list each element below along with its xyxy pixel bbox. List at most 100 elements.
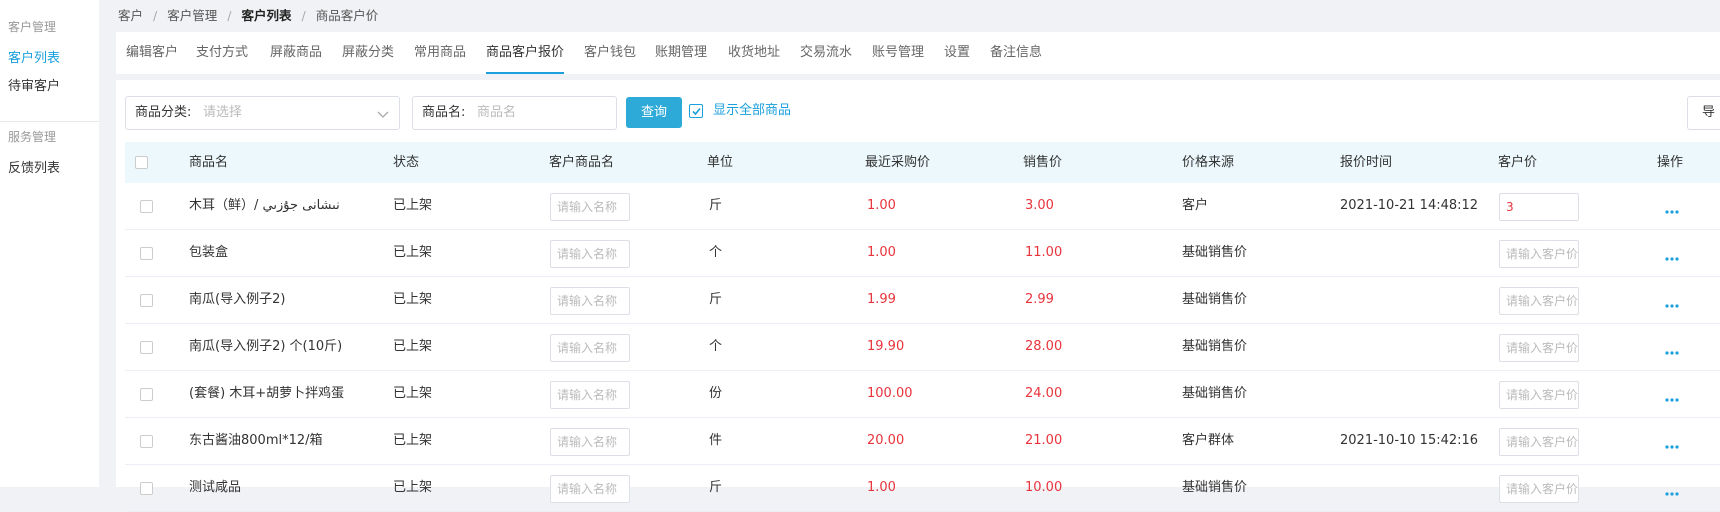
table-row: 东古酱油800ml*12/箱 已上架 请输入名称 件 20.00 21.00 客户群体 202… bbox=[125, 418, 1720, 465]
more-actions-icon[interactable] bbox=[1665, 203, 1679, 218]
breadcrumb-item[interactable]: 客户管理 bbox=[167, 6, 217, 26]
cell-product-name: 包装盒 bbox=[189, 245, 229, 260]
customer-price-input[interactable]: 请输入客户价 bbox=[1499, 240, 1579, 268]
customer-product-name-input[interactable]: 请输入名称 bbox=[550, 193, 630, 221]
cell-unit: 个 bbox=[709, 245, 723, 260]
export-button[interactable]: 导 bbox=[1687, 96, 1720, 130]
row-checkbox[interactable] bbox=[140, 388, 153, 401]
cell-product-name: 东古酱油800ml*12/箱 bbox=[189, 433, 323, 448]
more-actions-icon[interactable] bbox=[1665, 485, 1679, 500]
tab-remarks[interactable]: 备注信息 bbox=[990, 32, 1042, 74]
sidebar-item-customer-list[interactable]: 客户列表 bbox=[8, 47, 60, 66]
header-quote-time: 报价时间 bbox=[1340, 155, 1393, 170]
customer-product-name-input[interactable]: 请输入名称 bbox=[550, 475, 630, 503]
cell-quote-time: 2021-10-21 14:48:12 bbox=[1340, 198, 1479, 213]
sidebar-section-service: 服务管理 bbox=[8, 130, 57, 144]
header-last-purchase-price: 最近采购价 bbox=[865, 155, 931, 170]
tab-settings[interactable]: 设置 bbox=[944, 32, 970, 74]
row-checkbox[interactable] bbox=[140, 247, 153, 260]
customer-product-name-input[interactable]: 请输入名称 bbox=[550, 287, 630, 315]
cell-status: 已上架 bbox=[393, 480, 433, 495]
more-actions-icon[interactable] bbox=[1665, 297, 1679, 312]
row-checkbox[interactable] bbox=[140, 482, 153, 495]
row-checkbox[interactable] bbox=[140, 294, 153, 307]
cell-unit: 份 bbox=[709, 386, 723, 401]
customer-price-input[interactable]: 请输入客户价 bbox=[1499, 381, 1579, 409]
customer-price-input[interactable]: 请输入客户价 bbox=[1499, 334, 1579, 362]
cell-status: 已上架 bbox=[393, 339, 433, 354]
cell-status: 已上架 bbox=[393, 433, 433, 448]
header-actions: 操作 bbox=[1657, 155, 1684, 170]
tab-payment-method[interactable]: 支付方式 bbox=[196, 32, 248, 74]
cell-product-name: 南瓜(导入例子2) bbox=[189, 292, 286, 307]
tab-billing-period[interactable]: 账期管理 bbox=[655, 32, 707, 74]
breadcrumb-item[interactable]: 客户 bbox=[118, 6, 143, 26]
tabs-bar: 编辑客户 支付方式 屏蔽商品 屏蔽分类 常用商品 商品客户报价 客户钱包 账期管… bbox=[116, 32, 1720, 74]
cell-unit: 个 bbox=[709, 339, 723, 354]
breadcrumb-item[interactable]: 客户列表 bbox=[241, 6, 291, 26]
cell-last-purchase-price: 19.90 bbox=[867, 339, 905, 354]
chevron-down-icon bbox=[377, 108, 389, 123]
tab-account-management[interactable]: 账号管理 bbox=[872, 32, 924, 74]
product-name-placeholder: 商品名 bbox=[477, 105, 517, 120]
cell-price-source: 客户 bbox=[1182, 198, 1209, 213]
checkmark-icon bbox=[692, 107, 701, 116]
more-actions-icon[interactable] bbox=[1665, 438, 1679, 453]
cell-price-source: 基础销售价 bbox=[1182, 339, 1248, 354]
product-name-field[interactable]: 商品名: 商品名 bbox=[412, 96, 617, 130]
customer-price-input[interactable]: 请输入客户价 bbox=[1499, 287, 1579, 315]
header-status: 状态 bbox=[393, 155, 420, 170]
query-button[interactable]: 查询 bbox=[626, 97, 682, 128]
table-row: 测试咸品 已上架 请输入名称 斤 1.00 10.00 基础销售价 请输入客户价 bbox=[125, 465, 1720, 512]
breadcrumb-current: 商品客户价 bbox=[315, 8, 379, 23]
cell-product-name: 南瓜(导入例子2) 个(10斤) bbox=[189, 339, 343, 354]
show-all-checkbox[interactable] bbox=[689, 104, 703, 118]
cell-sale-price: 11.00 bbox=[1025, 245, 1063, 260]
breadcrumb: 客户 / 客户管理 / 客户列表 / 商品客户价 bbox=[118, 6, 378, 26]
tab-blocked-products[interactable]: 屏蔽商品 bbox=[270, 32, 322, 74]
tab-shipping-address[interactable]: 收货地址 bbox=[728, 32, 780, 74]
row-checkbox[interactable] bbox=[140, 435, 153, 448]
cell-price-source: 基础销售价 bbox=[1182, 386, 1248, 401]
more-actions-icon[interactable] bbox=[1665, 250, 1679, 265]
tab-edit-customer[interactable]: 编辑客户 bbox=[126, 32, 178, 74]
cell-last-purchase-price: 20.00 bbox=[867, 433, 905, 448]
cell-price-source: 基础销售价 bbox=[1182, 245, 1248, 260]
cell-unit: 斤 bbox=[709, 198, 723, 213]
customer-price-input[interactable]: 请输入客户价 bbox=[1499, 475, 1579, 503]
tab-blocked-categories[interactable]: 屏蔽分类 bbox=[342, 32, 394, 74]
header-product-name: 商品名 bbox=[189, 155, 229, 170]
cell-last-purchase-price: 100.00 bbox=[867, 386, 913, 401]
category-placeholder: 请选择 bbox=[203, 105, 243, 120]
customer-product-name-input[interactable]: 请输入名称 bbox=[550, 334, 630, 362]
cell-last-purchase-price: 1.00 bbox=[867, 198, 896, 213]
tab-product-customer-quote[interactable]: 商品客户报价 bbox=[486, 32, 565, 74]
tab-transactions[interactable]: 交易流水 bbox=[800, 32, 852, 74]
sidebar-item-feedback-list[interactable]: 反馈列表 bbox=[8, 157, 60, 176]
cell-last-purchase-price: 1.00 bbox=[867, 480, 896, 495]
cell-sale-price: 3.00 bbox=[1025, 198, 1054, 213]
customer-product-name-input[interactable]: 请输入名称 bbox=[550, 381, 630, 409]
select-all-checkbox[interactable] bbox=[135, 156, 148, 169]
tab-customer-wallet[interactable]: 客户钱包 bbox=[584, 32, 636, 74]
tab-common-products[interactable]: 常用商品 bbox=[414, 32, 466, 74]
row-checkbox[interactable] bbox=[140, 341, 153, 354]
customer-price-input[interactable]: 3 bbox=[1499, 193, 1579, 221]
cell-status: 已上架 bbox=[393, 292, 433, 307]
more-actions-icon[interactable] bbox=[1665, 391, 1679, 406]
row-checkbox[interactable] bbox=[140, 200, 153, 213]
cell-price-source: 基础销售价 bbox=[1182, 480, 1248, 495]
customer-product-name-input[interactable]: 请输入名称 bbox=[550, 428, 630, 456]
sidebar-item-pending-customers[interactable]: 待审客户 bbox=[8, 75, 60, 94]
show-all-label[interactable]: 显示全部商品 bbox=[713, 102, 791, 120]
table-row: 南瓜(导入例子2) 个(10斤) 已上架 请输入名称 个 19.90 28.00 基础销售价… bbox=[125, 324, 1720, 371]
cell-status: 已上架 bbox=[393, 198, 433, 213]
header-unit: 单位 bbox=[707, 155, 734, 170]
category-select[interactable]: 商品分类: 请选择 bbox=[125, 96, 400, 130]
cell-unit: 斤 bbox=[709, 480, 723, 495]
customer-price-input[interactable]: 请输入客户价 bbox=[1499, 428, 1579, 456]
table-header: 商品名 状态 客户商品名 单位 最近采购价 销售价 价格来源 报价时间 客户价 … bbox=[125, 142, 1720, 183]
cell-price-source: 基础销售价 bbox=[1182, 292, 1248, 307]
more-actions-icon[interactable] bbox=[1665, 344, 1679, 359]
customer-product-name-input[interactable]: 请输入名称 bbox=[550, 240, 630, 268]
